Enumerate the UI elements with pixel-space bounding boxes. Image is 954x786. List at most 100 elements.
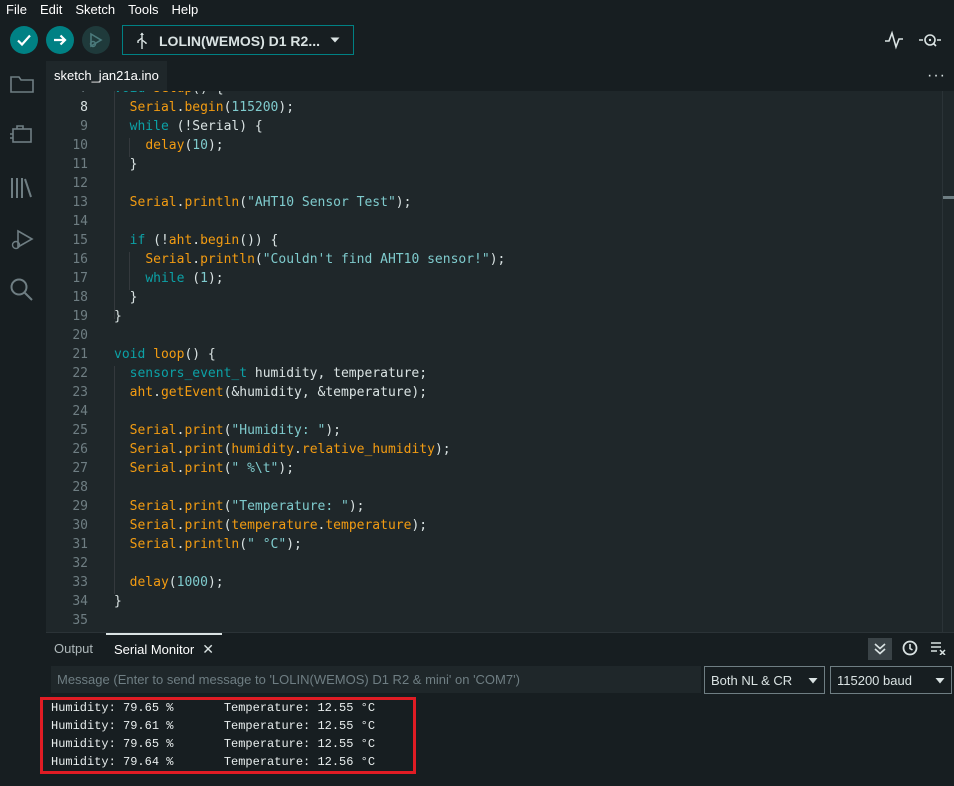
line-number: 30 <box>72 518 88 533</box>
message-input[interactable] <box>51 666 701 693</box>
timestamp-button[interactable] <box>902 640 918 661</box>
code-line: if (!aht.begin()) { <box>129 233 279 248</box>
line-number: 19 <box>72 309 88 324</box>
line-number: 11 <box>72 157 88 172</box>
editor-scrollbar[interactable] <box>942 91 954 632</box>
code-editor[interactable]: 7 8 9 10 11 12 13 14 15 16 17 18 19 20 21 22 23 24 25 26 27 2… <box>46 91 954 632</box>
code-line: aht.getEvent(&humidity, &temperature); <box>129 385 428 400</box>
baud-rate-select[interactable]: 115200 baud <box>830 666 952 694</box>
serial-monitor-button[interactable] <box>918 30 942 55</box>
line-number: 35 <box>72 613 88 628</box>
indent-guide <box>114 91 115 319</box>
code-line: while (!Serial) { <box>129 119 263 134</box>
menu-bar: File Edit Sketch Tools Help <box>0 0 954 19</box>
code-line: } <box>114 290 138 305</box>
board-selector[interactable]: LOLIN(WEMOS) D1 R2... <box>122 25 354 55</box>
clock-icon <box>902 640 918 656</box>
line-number: 31 <box>72 537 88 552</box>
library-manager-button[interactable] <box>8 174 36 202</box>
baud-rate-value: 115200 baud <box>837 672 912 688</box>
double-chevron-down-icon <box>874 643 886 655</box>
verify-button[interactable] <box>10 26 38 54</box>
autoscroll-button[interactable] <box>868 638 892 660</box>
line-number: 9 <box>80 119 88 134</box>
debug-icon <box>89 32 103 48</box>
scrollbar-thumb[interactable] <box>943 196 954 199</box>
library-icon <box>11 178 32 198</box>
clear-output-icon <box>931 642 946 656</box>
activity-sidebar <box>0 61 46 786</box>
chevron-down-icon <box>935 678 945 684</box>
code-line: void loop() { <box>114 347 216 362</box>
usb-icon <box>137 32 147 49</box>
line-number: 7 <box>48 91 88 96</box>
line-number: 28 <box>72 480 88 495</box>
code-line: delay(1000); <box>129 575 224 590</box>
debug-button[interactable] <box>82 26 110 54</box>
code-line: delay(10); <box>145 138 224 153</box>
code-line: void setup() { <box>114 91 224 96</box>
upload-button[interactable] <box>46 26 74 54</box>
search-button[interactable] <box>8 276 36 304</box>
board-name: LOLIN(WEMOS) D1 R2... <box>159 33 320 49</box>
menu-sketch[interactable]: Sketch <box>73 2 117 17</box>
line-number: 34 <box>72 594 88 609</box>
code-line: Serial.begin(115200); <box>129 100 295 115</box>
line-number: 22 <box>72 366 88 381</box>
line-number: 25 <box>72 423 88 438</box>
close-icon[interactable]: ✕ <box>202 641 214 658</box>
menu-help[interactable]: Help <box>169 2 200 17</box>
more-actions-icon[interactable]: ··· <box>927 67 946 85</box>
menu-edit[interactable]: Edit <box>38 2 64 17</box>
tab-sketch-file[interactable]: sketch_jan21a.ino <box>46 61 167 91</box>
line-number: 21 <box>72 347 88 362</box>
line-number: 10 <box>72 138 88 153</box>
code-line: Serial.println("AHT10 Sensor Test"); <box>129 195 412 210</box>
line-number: 23 <box>72 385 88 400</box>
code-line: } <box>114 157 138 172</box>
boards-manager-button[interactable] <box>8 121 36 149</box>
line-number: 17 <box>72 271 88 286</box>
menu-file[interactable]: File <box>4 2 29 17</box>
line-number: 16 <box>72 252 88 267</box>
highlight-box <box>40 697 416 774</box>
line-ending-value: Both NL & CR <box>711 672 793 688</box>
tab-serial-monitor[interactable]: Serial Monitor ✕ <box>106 633 222 663</box>
chevron-down-icon <box>808 678 818 684</box>
code-line: Serial.println("Couldn't find AHT10 sens… <box>145 252 506 267</box>
line-number: 24 <box>72 404 88 419</box>
line-number: 14 <box>72 214 88 229</box>
chevron-down-icon <box>330 37 340 43</box>
line-number: 20 <box>72 328 88 343</box>
code-line: Serial.println(" °C"); <box>129 537 302 552</box>
arrow-right-icon <box>54 34 67 46</box>
line-number: 33 <box>72 575 88 590</box>
code-line: Serial.print(temperature.temperature); <box>129 518 428 533</box>
serial-monitor-icon <box>919 34 941 47</box>
indent-guide <box>114 366 115 594</box>
debugger-button[interactable] <box>8 226 36 254</box>
line-number: 27 <box>72 461 88 476</box>
menu-tools[interactable]: Tools <box>126 2 160 17</box>
toolbar: LOLIN(WEMOS) D1 R2... <box>0 19 954 61</box>
code-line: while (1); <box>145 271 224 286</box>
clear-output-button[interactable] <box>930 641 946 660</box>
tab-filename: sketch_jan21a.ino <box>54 68 159 83</box>
code-line: } <box>114 594 122 609</box>
line-number: 18 <box>72 290 88 305</box>
code-line: Serial.print(humidity.relative_humidity)… <box>129 442 451 457</box>
serial-output: Humidity: 79.65 % Temperature: 12.55 °C … <box>40 697 954 786</box>
tab-serial-monitor-label: Serial Monitor <box>114 641 195 657</box>
code-line: sensors_event_t humidity, temperature; <box>129 366 428 381</box>
search-icon <box>10 278 33 301</box>
bottom-panel: Output Serial Monitor ✕ Both NL & CR 115… <box>40 632 954 786</box>
line-number: 8 <box>80 100 88 115</box>
indent-guide <box>129 252 130 290</box>
code-line: } <box>114 309 122 324</box>
line-ending-select[interactable]: Both NL & CR <box>704 666 825 694</box>
sketchbook-button[interactable] <box>8 70 36 98</box>
panel-tab-bar: Output Serial Monitor ✕ <box>46 633 954 663</box>
serial-plotter-button[interactable] <box>884 30 904 55</box>
tab-output[interactable]: Output <box>54 641 93 656</box>
line-number: 32 <box>72 556 88 571</box>
